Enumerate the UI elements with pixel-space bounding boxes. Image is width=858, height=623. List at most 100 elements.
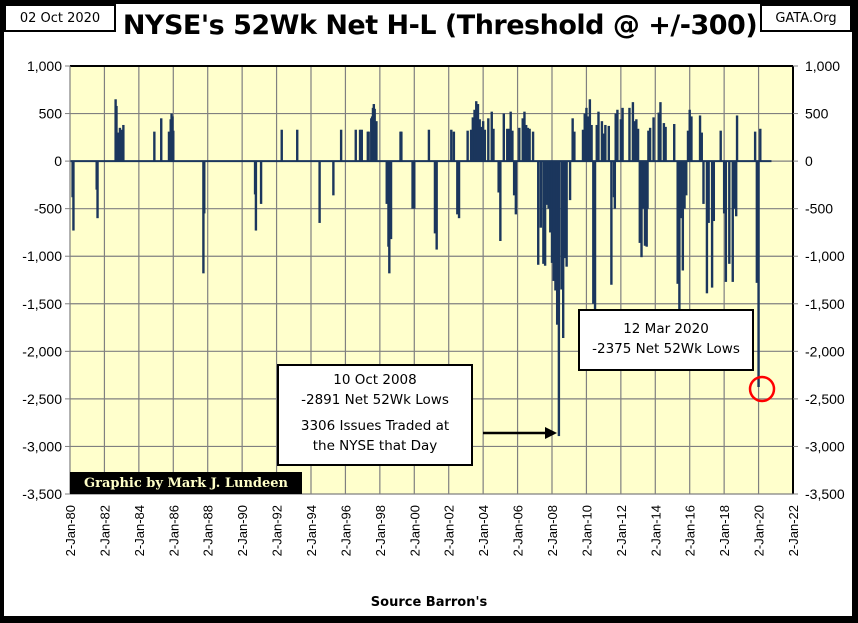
bar	[753, 131, 757, 162]
bar	[499, 161, 502, 242]
bar	[254, 161, 258, 231]
x-tick-label: 2-Jan-20	[752, 505, 767, 556]
bar	[621, 107, 624, 162]
bar	[724, 161, 728, 282]
bar	[719, 130, 722, 162]
x-tick-label: 2-Jan-82	[97, 505, 112, 556]
bar	[685, 161, 688, 196]
bar	[172, 130, 175, 162]
bar	[122, 124, 125, 162]
bar	[646, 161, 649, 209]
y-tick-label-left: -3,500	[22, 486, 62, 502]
y-tick-label-left: -500	[34, 201, 62, 217]
bar	[568, 161, 572, 201]
x-tick-label: 2-Jan-86	[166, 505, 181, 556]
bar	[616, 109, 619, 162]
y-tick-label-right: -500	[805, 201, 833, 217]
bar	[652, 117, 655, 162]
bar	[502, 113, 505, 162]
x-tick-label: 2-Jan-00	[407, 505, 422, 556]
bar	[628, 107, 631, 162]
bar	[389, 161, 393, 240]
bar	[457, 161, 461, 219]
bar	[531, 131, 535, 162]
bar	[690, 116, 693, 162]
bar	[610, 161, 613, 285]
annotation-2020: 12 Mar 2020 -2375 Net 52Wk Lows	[578, 309, 754, 371]
x-tick-label: 2-Jan-98	[373, 505, 388, 556]
bar	[280, 129, 283, 162]
x-tick-label: 2-Jan-18	[717, 505, 732, 556]
bar	[360, 129, 363, 162]
bar	[400, 131, 403, 162]
bar	[728, 161, 731, 264]
bar	[492, 128, 495, 162]
y-tick-label-right: -3,500	[805, 486, 845, 502]
bar	[636, 128, 640, 162]
x-tick-label: 2-Jan-84	[132, 505, 147, 556]
bar	[466, 130, 469, 162]
bar	[332, 161, 335, 196]
bar	[700, 132, 703, 162]
y-tick-label-right: 0	[805, 153, 813, 169]
x-tick-label: 2-Jan-04	[476, 505, 491, 556]
y-tick-label-right: -3,000	[805, 438, 845, 454]
x-tick-label: 2-Jan-16	[683, 505, 698, 556]
x-tick-label: 2-Jan-14	[648, 505, 663, 556]
bar	[712, 161, 716, 222]
bar	[664, 126, 667, 162]
bar	[539, 161, 543, 228]
y-tick-label-left: -1,500	[22, 296, 62, 312]
x-tick-label: 2-Jan-90	[235, 505, 250, 556]
bar	[607, 125, 611, 162]
y-tick-label-right: -1,000	[805, 248, 845, 264]
bar	[673, 124, 676, 162]
y-tick-label-right: -2,500	[805, 391, 845, 407]
y-tick-label-right: 1,000	[805, 58, 840, 74]
y-tick-label-right: -2,000	[805, 343, 845, 359]
x-tick-label: 2-Jan-06	[511, 505, 526, 556]
x-tick-label: 2-Jan-94	[304, 505, 319, 556]
bar	[96, 161, 99, 219]
bar	[597, 111, 600, 162]
bar	[203, 161, 206, 214]
bar	[702, 161, 705, 204]
bar	[296, 129, 299, 162]
bar	[367, 131, 370, 162]
bar	[427, 129, 431, 162]
y-tick-label-right: 500	[805, 106, 829, 122]
y-tick-label-left: 500	[39, 106, 63, 122]
bar	[160, 118, 163, 162]
y-tick-label-left: 1,000	[27, 58, 62, 74]
bar	[707, 161, 710, 223]
credit-label: Graphic by Mark J. Lundeen	[70, 472, 302, 494]
annotation-2008: 10 Oct 2008 -2891 Net 52Wk Lows 3306 Iss…	[277, 364, 473, 466]
y-tick-label-left: -2,500	[22, 391, 62, 407]
bar	[452, 131, 456, 162]
bar	[153, 131, 156, 162]
annotation-2008-line3: 3306 Issues Traded at	[300, 418, 450, 434]
y-tick-label-left: -1,000	[22, 248, 62, 264]
bar	[613, 161, 617, 209]
bar	[557, 161, 561, 437]
bar	[565, 161, 568, 267]
y-tick-label-left: 0	[54, 153, 62, 169]
annotation-2020-line1: 12 Mar 2020	[623, 321, 709, 337]
x-tick-label: 2-Jan-22	[786, 505, 801, 556]
bar	[435, 161, 438, 250]
x-axis: 2-Jan-80 2-Jan-82 2-Jan-84 2-Jan-86 2-Jan-88…	[63, 505, 801, 556]
bar	[528, 128, 531, 162]
x-tick-label: 2-Jan-02	[442, 505, 457, 556]
y-axis-left: 1,000 500 0 -500 -1,000 -1,500 -2,000 -2,500 -3,…	[22, 58, 70, 502]
bar	[735, 115, 739, 162]
annotation-2008-line1: 10 Oct 2008	[333, 372, 417, 388]
bar	[604, 124, 607, 162]
x-tick-label: 2-Jan-88	[201, 505, 216, 556]
bar	[518, 127, 521, 162]
bar	[537, 161, 540, 265]
bar	[573, 131, 576, 162]
annotation-2020-line2: -2375 Net 52Wk Lows	[592, 341, 740, 357]
bar	[375, 121, 378, 162]
bar	[648, 127, 652, 162]
bar	[72, 161, 75, 231]
